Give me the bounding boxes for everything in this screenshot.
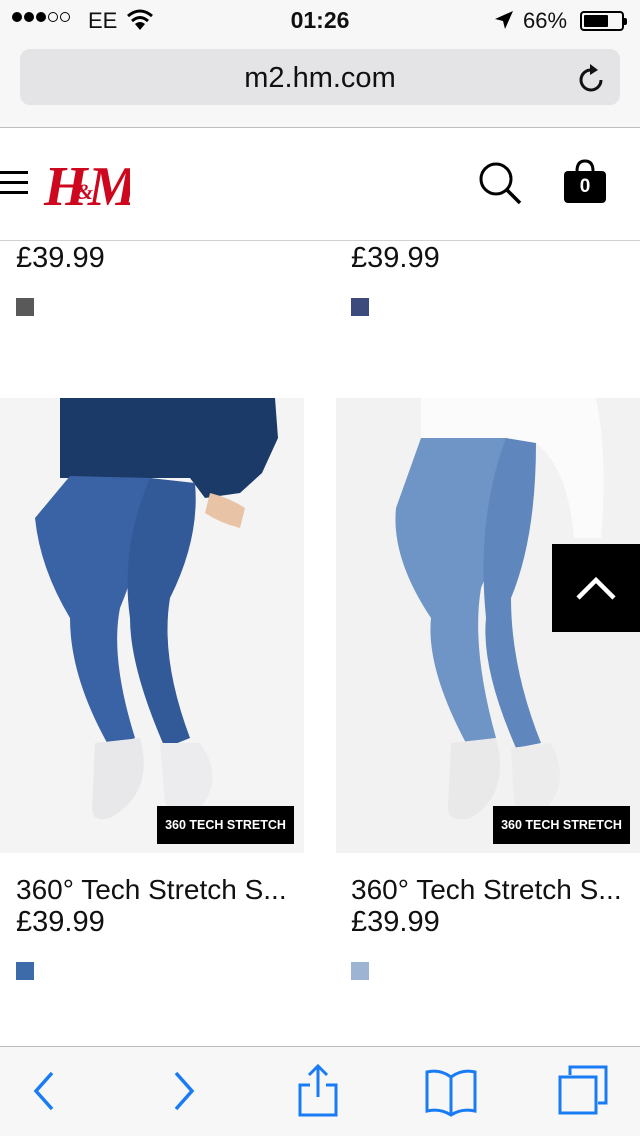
shopping-bag-icon[interactable]: 0 <box>562 159 608 205</box>
product-price: £39.99 <box>16 242 105 274</box>
product-badge: 360 TECH STRETCH <box>157 806 294 844</box>
product-price: £39.99 <box>351 242 440 274</box>
scroll-to-top-button[interactable] <box>552 544 640 632</box>
color-swatch[interactable] <box>351 962 369 980</box>
battery-percentage: 66% <box>523 8 568 33</box>
battery-icon <box>580 11 627 31</box>
tabs-icon[interactable] <box>556 1063 610 1117</box>
back-icon[interactable] <box>30 1067 58 1115</box>
svg-text:M: M <box>87 156 130 215</box>
color-swatch[interactable] <box>351 298 369 316</box>
chevron-up-icon <box>576 576 616 600</box>
product-name[interactable]: 360° Tech Stretch S... <box>351 874 622 906</box>
product-price: £39.99 <box>16 906 105 938</box>
product-image[interactable]: 360 TECH STRETCH <box>0 398 304 853</box>
share-icon[interactable] <box>296 1063 340 1119</box>
browser-toolbar <box>0 1046 640 1136</box>
url-text: m2.hm.com <box>244 62 396 94</box>
product-name[interactable]: 360° Tech Stretch S... <box>16 874 287 906</box>
bag-count: 0 <box>579 176 591 197</box>
color-swatch[interactable] <box>16 962 34 980</box>
location-arrow-icon <box>495 11 513 29</box>
color-swatch[interactable] <box>16 298 34 316</box>
search-icon[interactable] <box>478 161 522 205</box>
hm-logo[interactable]: H & M <box>42 153 130 215</box>
product-price: £39.99 <box>351 906 440 938</box>
status-bar: EE 01:26 66% <box>0 0 640 40</box>
address-bar[interactable]: m2.hm.com <box>20 49 620 105</box>
site-header: H & M 0 <box>0 129 640 241</box>
browser-address-area: m2.hm.com <box>0 40 640 128</box>
reload-icon[interactable] <box>578 63 606 93</box>
bookmarks-icon[interactable] <box>424 1067 478 1117</box>
forward-icon[interactable] <box>170 1067 198 1115</box>
menu-icon[interactable] <box>0 171 28 195</box>
product-badge: 360 TECH STRETCH <box>493 806 630 844</box>
